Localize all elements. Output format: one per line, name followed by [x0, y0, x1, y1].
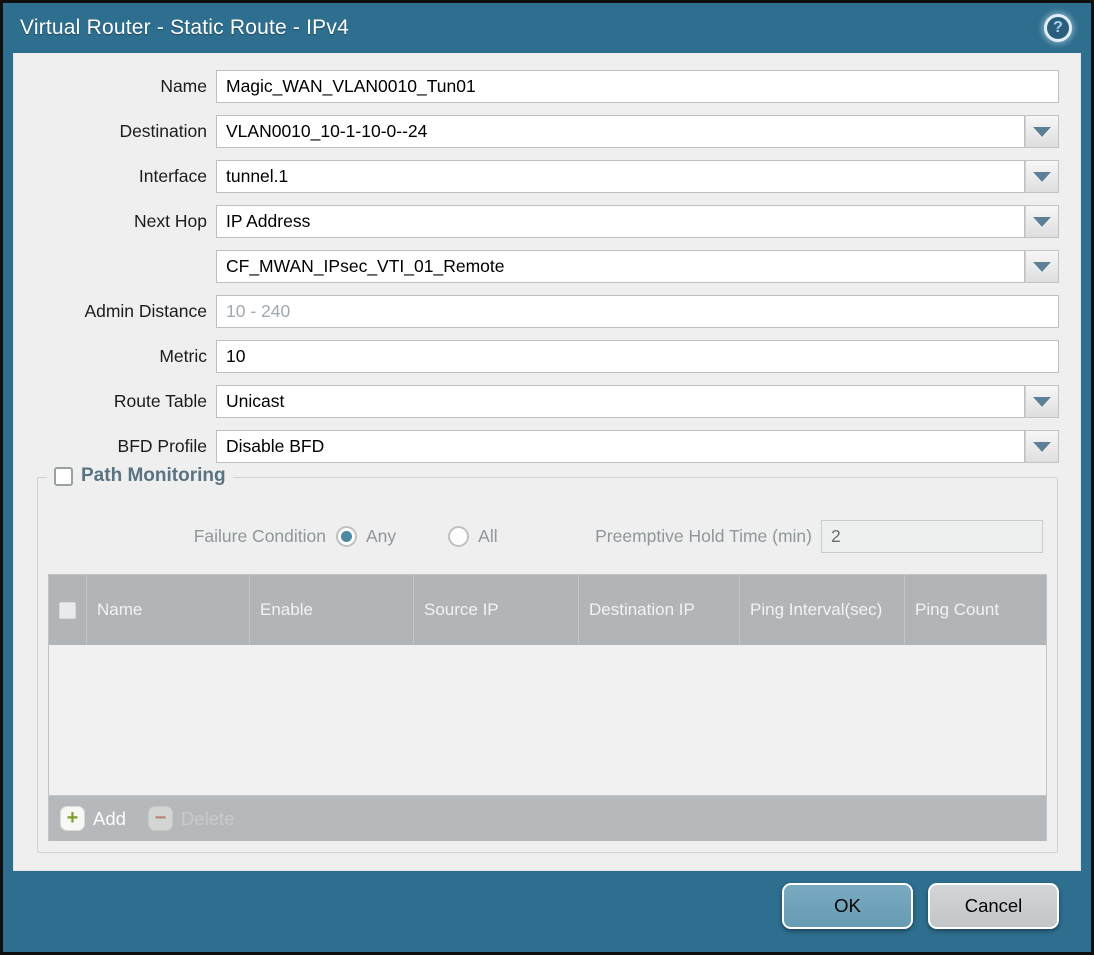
- admin-distance-input[interactable]: [216, 295, 1059, 328]
- table-header-name[interactable]: Name: [87, 575, 250, 645]
- admin-distance-row: Admin Distance: [14, 295, 1080, 328]
- interface-dropdown-button[interactable]: [1025, 160, 1059, 193]
- static-route-dialog: Virtual Router - Static Route - IPv4 ? N…: [0, 0, 1094, 955]
- dialog-titlebar: Virtual Router - Static Route - IPv4 ?: [3, 3, 1091, 53]
- chevron-down-icon: [1033, 171, 1051, 182]
- table-empty-body: [49, 645, 1046, 795]
- name-input[interactable]: [216, 70, 1059, 103]
- preemptive-hold-input[interactable]: [821, 520, 1043, 553]
- destination-label: Destination: [119, 121, 207, 141]
- interface-label: Interface: [138, 166, 207, 186]
- bfd-profile-input[interactable]: [216, 430, 1025, 463]
- table-header-source-ip[interactable]: Source IP: [414, 575, 579, 645]
- chevron-down-icon: [1033, 126, 1051, 137]
- path-monitoring-title: Path Monitoring: [81, 465, 226, 486]
- failure-condition-label: Failure Condition: [193, 526, 326, 546]
- delete-button-label: Delete: [180, 807, 235, 829]
- table-header-enable[interactable]: Enable: [250, 575, 414, 645]
- route-table-row: Route Table: [14, 385, 1080, 418]
- path-monitoring-table: Name Enable Source IP Destination IP Pin…: [48, 574, 1047, 841]
- next-hop-address-input[interactable]: [216, 250, 1025, 283]
- path-monitoring-legend: Path Monitoring: [47, 465, 233, 487]
- chevron-down-icon: [1033, 441, 1051, 452]
- plus-icon: +: [60, 806, 85, 831]
- radio-dot: [341, 531, 352, 542]
- add-button-label: Add: [93, 807, 126, 829]
- next-hop-row: Next Hop: [14, 205, 1080, 238]
- help-icon[interactable]: ?: [1044, 14, 1072, 42]
- bfd-profile-row: BFD Profile: [14, 430, 1080, 463]
- select-all-checkbox[interactable]: [59, 601, 76, 619]
- failure-condition-any-label: Any: [366, 526, 397, 546]
- route-table-label: Route Table: [113, 391, 207, 411]
- destination-row: Destination: [14, 115, 1080, 148]
- minus-icon: −: [147, 806, 173, 831]
- name-label: Name: [160, 76, 207, 96]
- path-monitoring-section: Path Monitoring Failure Condition Any Al…: [37, 465, 1058, 853]
- destination-dropdown-button[interactable]: [1025, 115, 1059, 148]
- destination-input[interactable]: [216, 115, 1025, 148]
- dialog-body: Name Destination Interface: [13, 53, 1081, 871]
- static-route-form: Name Destination Interface: [14, 53, 1080, 463]
- cancel-button[interactable]: Cancel: [928, 883, 1059, 929]
- chevron-down-icon: [1033, 261, 1051, 272]
- chevron-down-icon: [1033, 216, 1051, 227]
- ok-button[interactable]: OK: [782, 883, 913, 929]
- metric-row: Metric: [14, 340, 1080, 373]
- delete-button[interactable]: − Delete: [147, 806, 235, 831]
- name-row: Name: [14, 70, 1080, 103]
- failure-condition-row: Failure Condition Any All Preemptive Hol…: [46, 520, 1043, 553]
- table-header-row: Name Enable Source IP Destination IP Pin…: [49, 575, 1046, 645]
- dialog-footer: OK Cancel: [782, 883, 1059, 929]
- interface-input[interactable]: [216, 160, 1025, 193]
- next-hop-type-input[interactable]: [216, 205, 1025, 238]
- failure-condition-any-radio[interactable]: [336, 526, 357, 547]
- route-table-input[interactable]: [216, 385, 1025, 418]
- route-table-dropdown-button[interactable]: [1025, 385, 1059, 418]
- failure-condition-all-radio[interactable]: [448, 526, 470, 547]
- next-hop-address-dropdown-button[interactable]: [1025, 250, 1059, 283]
- table-header-select-all[interactable]: [49, 575, 87, 645]
- radio-dot: [453, 531, 464, 542]
- add-button[interactable]: + Add: [60, 806, 126, 831]
- bfd-profile-label: BFD Profile: [117, 436, 207, 456]
- preemptive-hold-group: Preemptive Hold Time (min): [595, 520, 1043, 553]
- next-hop-address-row: [14, 250, 1080, 283]
- table-header-ping-count[interactable]: Ping Count: [905, 575, 1046, 645]
- next-hop-dropdown-button[interactable]: [1025, 205, 1059, 238]
- failure-condition-all-label: All: [478, 526, 498, 546]
- table-toolbar: + Add − Delete: [49, 795, 1046, 841]
- bfd-profile-dropdown-button[interactable]: [1025, 430, 1059, 463]
- table-header-destination-ip[interactable]: Destination IP: [579, 575, 740, 645]
- metric-label: Metric: [159, 346, 207, 366]
- table-header-ping-interval[interactable]: Ping Interval(sec): [740, 575, 905, 645]
- metric-input[interactable]: [216, 340, 1059, 373]
- next-hop-label: Next Hop: [134, 211, 207, 231]
- preemptive-hold-label: Preemptive Hold Time (min): [595, 526, 812, 546]
- interface-row: Interface: [14, 160, 1080, 193]
- admin-distance-label: Admin Distance: [84, 301, 207, 321]
- path-monitoring-checkbox[interactable]: [54, 466, 73, 486]
- chevron-down-icon: [1033, 396, 1051, 407]
- dialog-title: Virtual Router - Static Route - IPv4: [20, 16, 349, 39]
